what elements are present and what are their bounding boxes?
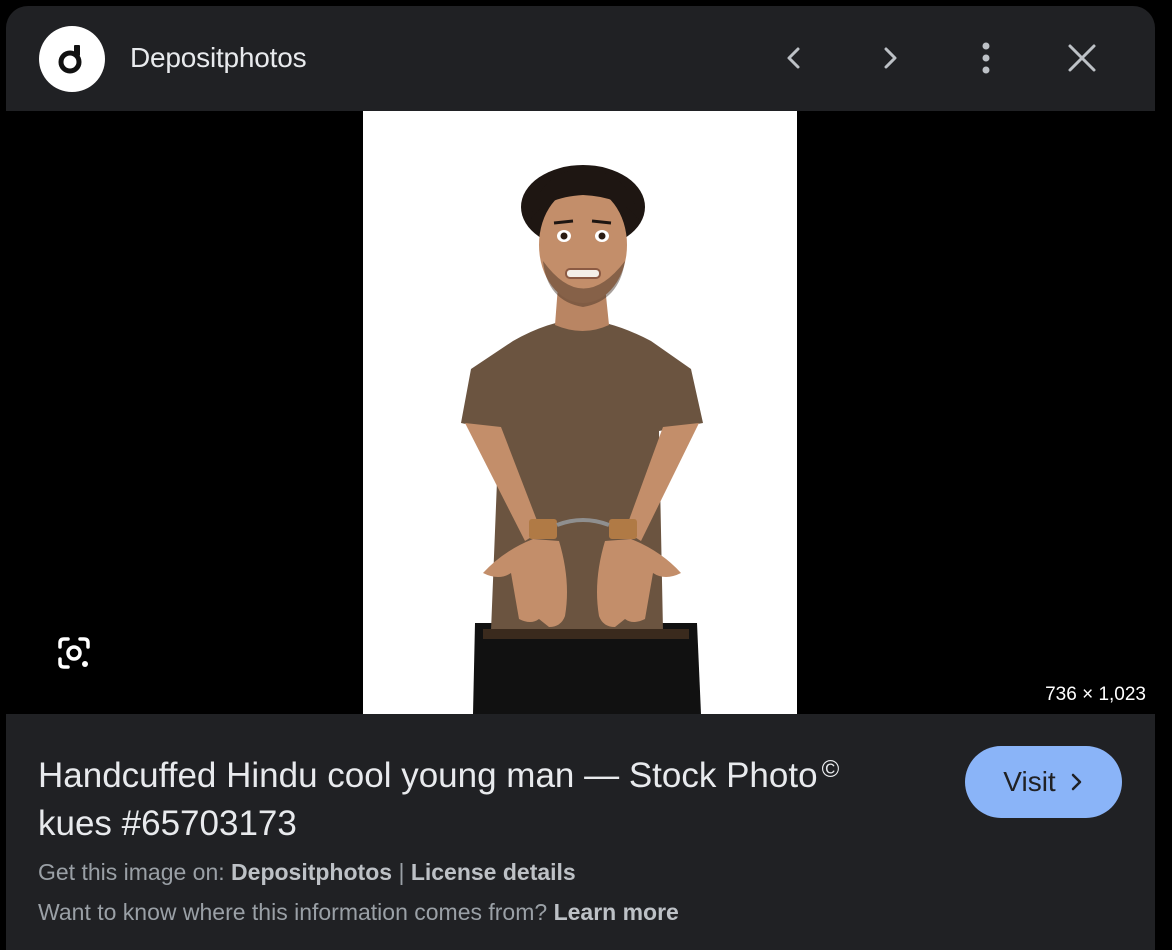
info-question: Want to know where this information come… <box>38 899 548 925</box>
chevron-left-icon <box>787 47 800 69</box>
visit-button-label: Visit <box>1003 766 1056 797</box>
depositphotos-logo-icon <box>58 45 82 74</box>
get-image-line: Get this image on: Depositphotos | Licen… <box>38 859 576 886</box>
separator: | <box>398 859 405 885</box>
learn-more-link[interactable]: Learn more <box>554 899 679 925</box>
viewer-header: Depositphotos <box>6 6 1155 111</box>
source-logo[interactable] <box>39 26 105 92</box>
close-button[interactable] <box>1058 34 1106 82</box>
image-dimensions: 736 × 1,023 <box>1045 684 1146 705</box>
get-image-prefix: Get this image on: <box>38 859 225 885</box>
image-title-author: kues #65703173 <box>38 804 297 843</box>
image-title-main: Handcuffed Hindu cool young man — Stock … <box>38 756 818 795</box>
more-options-button[interactable] <box>962 34 1010 82</box>
chevron-right-icon <box>1071 773 1081 791</box>
close-icon <box>1068 44 1096 72</box>
image-title[interactable]: Handcuffed Hindu cool young man — Stock … <box>38 746 898 848</box>
google-lens-button[interactable] <box>50 629 98 677</box>
previous-button[interactable] <box>770 34 818 82</box>
google-lens-icon <box>58 637 90 669</box>
more-vert-icon <box>982 42 990 74</box>
preview-image[interactable] <box>363 111 797 714</box>
info-source-line: Want to know where this information come… <box>38 899 679 926</box>
handcuffed-man-photo <box>363 111 797 714</box>
next-button[interactable] <box>866 34 914 82</box>
copyright-symbol: © <box>821 756 840 783</box>
image-preview-area: 736 × 1,023 <box>6 111 1155 714</box>
chevron-right-icon <box>884 47 897 69</box>
source-name[interactable]: Depositphotos <box>130 42 307 74</box>
get-image-source-link[interactable]: Depositphotos <box>231 859 392 885</box>
visit-button[interactable]: Visit <box>965 746 1122 818</box>
image-viewer-panel: Depositphotos 736 × 1,023 Handcuffed Hin… <box>6 6 1155 950</box>
license-details-link[interactable]: License details <box>411 859 576 885</box>
